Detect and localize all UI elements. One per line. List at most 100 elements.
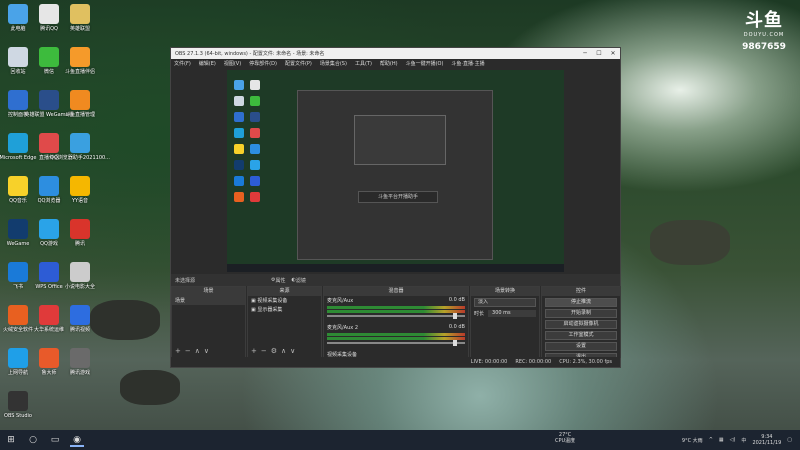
desktop-icon[interactable]: 腾讯QQ <box>33 4 65 32</box>
desktop-icon[interactable]: 英雄联盟 WeGame版 <box>24 90 74 118</box>
mixer-channel-label: 麦克风/Aux <box>327 298 354 304</box>
desktop-icon[interactable]: 上网导航 <box>2 348 34 376</box>
desktop-icon[interactable]: 斗鱼直播管理 <box>64 90 96 118</box>
menu-item[interactable]: 场景集合(S) <box>320 60 347 67</box>
app-icon <box>39 262 59 282</box>
app-icon <box>8 133 28 153</box>
menu-item[interactable]: 斗鱼·直播·主播 <box>451 60 484 67</box>
desktop-icon[interactable]: 英雄联盟 <box>64 4 96 32</box>
input-language[interactable]: 中 <box>741 437 746 444</box>
app-icon <box>8 219 28 239</box>
desktop-icon[interactable]: OBS Studio <box>2 391 34 419</box>
remove-icon[interactable]: − <box>261 347 267 355</box>
desktop-icon-label: 飞书 <box>12 284 23 290</box>
app-icon <box>70 176 90 196</box>
clock[interactable]: 9:34 2021/11/19 <box>752 434 781 446</box>
settings-button[interactable]: 设置 <box>545 342 617 351</box>
properties-button[interactable]: 属性 <box>276 277 286 284</box>
desktop-icon[interactable]: 回收站 <box>2 47 34 75</box>
desktop-icon-label: 火绒安全软件 <box>2 327 33 333</box>
app-icon <box>39 4 59 24</box>
menu-item[interactable]: 帮助(H) <box>380 60 398 67</box>
app-icon <box>8 305 28 325</box>
desktop-icon[interactable]: Microsoft Edge <box>0 133 36 161</box>
desktop-icon-label: YY语音 <box>71 198 89 204</box>
desktop-icon[interactable]: 微信 <box>33 47 65 75</box>
sources-dock: 来源 ▣ 视频采集设备 ▣ 显示器采集 + − ⚙ ∧ ∨ <box>247 286 322 358</box>
desktop-icon[interactable]: QQ音乐 <box>2 176 34 204</box>
menu-item[interactable]: 配置文件(P) <box>285 60 312 67</box>
scene-item[interactable]: 场景 <box>172 296 245 305</box>
desktop-icon[interactable]: WPS Office <box>33 262 65 290</box>
desktop-icon[interactable]: QQ游戏 <box>33 219 65 247</box>
obs-window[interactable]: OBS 27.1.3 (64-bit, windows) - 配置文件: 未命名… <box>170 47 621 368</box>
desktop-icon[interactable]: YY语音 <box>64 176 96 204</box>
stop-stream-button[interactable]: 停止推流 <box>545 298 617 307</box>
volume-slider[interactable] <box>327 313 465 319</box>
source-item[interactable]: ▣ 显示器采集 <box>248 305 321 314</box>
rock <box>120 370 180 405</box>
source-toolbar: 未选择源 ⚙ 属性 ◐ 滤镜 <box>171 274 620 286</box>
desktop-icon[interactable]: QQ浏览器助手2021100... <box>50 133 110 161</box>
close-icon[interactable]: ✕ <box>606 50 620 57</box>
desktop-icon-label: QQ浏览器助手2021100... <box>50 155 110 161</box>
obs-taskbar-icon[interactable]: ◉ <box>70 433 84 447</box>
add-icon[interactable]: + <box>251 347 257 355</box>
desktop-icon[interactable]: 小说电影大全 <box>64 262 96 290</box>
menu-item[interactable]: 斗鱼一键开播(O) <box>406 60 444 67</box>
maximize-icon[interactable]: ☐ <box>592 50 606 57</box>
up-icon[interactable]: ∧ <box>195 347 200 355</box>
filters-button[interactable]: 滤镜 <box>296 277 306 284</box>
app-icon <box>70 47 90 67</box>
menu-item[interactable]: 停靠部件(D) <box>249 60 277 67</box>
app-icon <box>70 262 90 282</box>
desktop-icon[interactable]: 大华系统运维 <box>33 305 65 333</box>
nested-obs-window: 斗鱼平台开播助手 <box>297 90 493 260</box>
gear-icon[interactable]: ⚙ <box>271 347 277 355</box>
cpu-temp-widget[interactable]: 27°C CPU温度 <box>555 432 575 444</box>
network-icon[interactable]: ▦ <box>719 437 724 443</box>
remove-icon[interactable]: − <box>185 347 191 355</box>
desktop-icon[interactable]: 此电脑 <box>2 4 34 32</box>
chevron-up-icon[interactable]: ^ <box>709 437 713 443</box>
weather-tray[interactable]: 9°C 大雨 <box>682 437 703 444</box>
down-icon[interactable]: ∨ <box>204 347 209 355</box>
desktop-icon[interactable]: 腾讯 <box>64 219 96 247</box>
menu-item[interactable]: 文件(F) <box>174 60 191 67</box>
windows-start-icon[interactable]: ⊞ <box>4 433 18 447</box>
duration-input[interactable]: 300 ms <box>488 310 536 317</box>
obs-titlebar[interactable]: OBS 27.1.3 (64-bit, windows) - 配置文件: 未命名… <box>171 48 620 59</box>
desktop-icon[interactable]: QQ浏览器 <box>33 176 65 204</box>
desktop-icon[interactable]: 火绒安全软件 <box>2 305 34 333</box>
desktop-icon-label: 鲁大师 <box>41 370 57 376</box>
volume-slider[interactable] <box>327 340 465 346</box>
add-icon[interactable]: + <box>175 347 181 355</box>
start-recording-button[interactable]: 开始录制 <box>545 309 617 318</box>
source-item[interactable]: ▣ 视频采集设备 <box>248 296 321 305</box>
desktop-icon[interactable]: 腾讯视频 <box>64 305 96 333</box>
menu-item[interactable]: 视图(V) <box>224 60 241 67</box>
desktop-icon[interactable]: 腾讯游戏 <box>64 348 96 376</box>
menu-item[interactable]: 编辑(E) <box>199 60 216 67</box>
scenes-dock: 场景 场景 + − ∧ ∨ <box>171 286 246 358</box>
up-icon[interactable]: ∧ <box>281 347 286 355</box>
desktop-icon-label: WeGame <box>6 241 30 247</box>
minimize-icon[interactable]: ─ <box>578 50 592 57</box>
studio-mode-button[interactable]: 工作室模式 <box>545 331 617 340</box>
virtual-camera-button[interactable]: 启动虚拟摄像机 <box>545 320 617 329</box>
volume-icon[interactable]: ◁) <box>730 437 736 443</box>
obs-preview[interactable]: 斗鱼平台开播助手 <box>227 70 564 272</box>
search-icon[interactable]: ○ <box>26 433 40 447</box>
desktop-icon[interactable]: 斗鱼直播伴侣 <box>64 47 96 75</box>
notification-icon[interactable]: ▢ <box>787 437 792 443</box>
desktop-icon[interactable]: 鲁大师 <box>33 348 65 376</box>
audio-meter <box>327 333 465 336</box>
desktop-icon[interactable]: 飞书 <box>2 262 34 290</box>
down-icon[interactable]: ∨ <box>290 347 295 355</box>
app-icon <box>39 348 59 368</box>
cpu-temp-label: CPU温度 <box>555 438 576 444</box>
transition-select[interactable]: 淡入 <box>474 298 536 307</box>
task-view-icon[interactable]: ▭ <box>48 433 62 447</box>
desktop-icon[interactable]: WeGame <box>2 219 34 247</box>
menu-item[interactable]: 工具(T) <box>355 60 372 67</box>
